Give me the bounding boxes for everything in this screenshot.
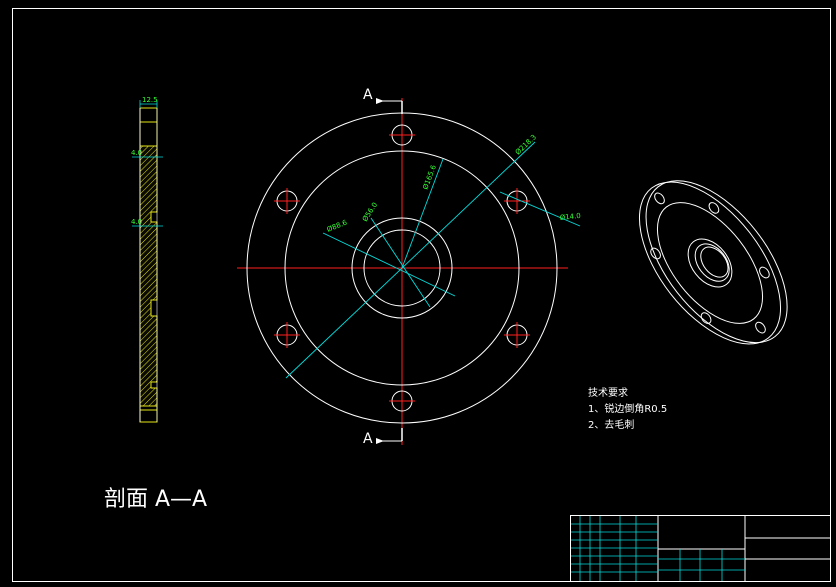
iso-bolt-hole bbox=[755, 321, 766, 334]
section-thickness-dim: 12.5 bbox=[142, 96, 158, 104]
isometric-view bbox=[638, 180, 788, 345]
hole-dia-label: Ø14.0 bbox=[559, 212, 581, 222]
section-marker-top: A bbox=[363, 87, 403, 114]
section-profile-hatched bbox=[139, 145, 158, 407]
tech-requirements-heading: 技术要求 bbox=[588, 386, 628, 399]
bore-outer-dim-line bbox=[322, 232, 456, 297]
bore-inner-label: Ø56.0 bbox=[361, 201, 379, 223]
section-title: 剖面 A—A bbox=[104, 487, 207, 512]
section-marker-top-letter: A bbox=[363, 87, 373, 103]
bolt-hole bbox=[504, 322, 530, 348]
bolt-circle-label: Ø165.6 bbox=[421, 163, 438, 190]
front-view: Ø218.3 Ø165.6 Ø88.6 Ø56.0 Ø14.0 A A bbox=[237, 87, 581, 447]
bolt-hole bbox=[274, 322, 300, 348]
bolt-hole bbox=[274, 188, 300, 214]
section-bottom-end bbox=[139, 405, 158, 423]
outer-dia-dim-line bbox=[285, 141, 536, 379]
section-top-end bbox=[139, 107, 158, 147]
tech-requirement-item: 2、去毛刺 bbox=[588, 419, 634, 431]
section-marker-bottom-letter: A bbox=[363, 431, 373, 447]
iso-bolt-hole bbox=[654, 192, 665, 205]
section-marker-bottom: A bbox=[363, 428, 403, 447]
bore-inner-dim-line bbox=[370, 217, 431, 308]
section-step-lower-dim: 4.0 bbox=[131, 218, 142, 226]
bolt-hole bbox=[504, 188, 530, 214]
section-view: 12.5 4.0 4.0 bbox=[131, 96, 163, 423]
tech-requirement-item: 1、锐边倒角R0.5 bbox=[588, 402, 667, 415]
tech-requirements: 技术要求 1、锐边倒角R0.5 2、去毛刺 bbox=[588, 386, 667, 431]
outer-dia-label: Ø218.3 bbox=[514, 133, 538, 156]
section-step-upper-dim: 4.0 bbox=[131, 149, 142, 157]
cad-drawing: 12.5 4.0 4.0 剖面 A—A Ø218.3 Ø165.6 Ø88.6 … bbox=[12, 8, 831, 582]
title-block bbox=[570, 515, 831, 582]
bore-outer-label: Ø88.6 bbox=[326, 218, 349, 234]
